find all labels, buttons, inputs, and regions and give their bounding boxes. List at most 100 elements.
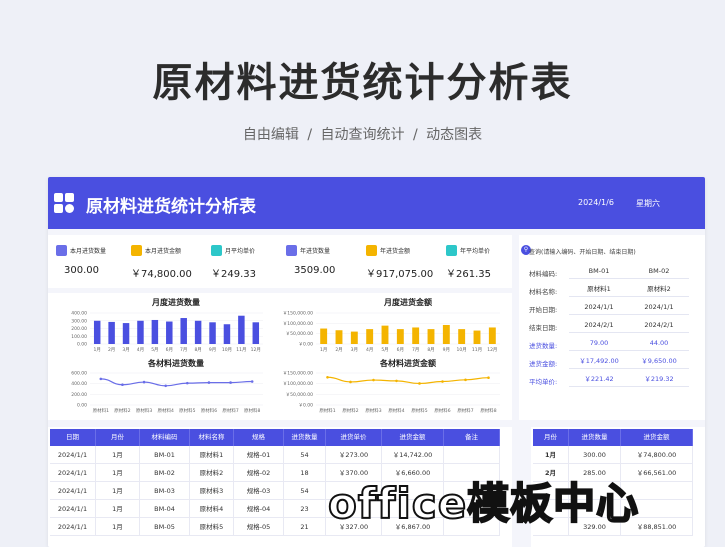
- x-tick-label: 6月: [166, 347, 173, 353]
- table-cell[interactable]: ￥14,742.00: [382, 446, 444, 463]
- x-tick-label: 原材料3: [365, 407, 381, 414]
- table-cell[interactable]: 2024/1/1: [50, 518, 96, 535]
- charts-svg: 月度进货数量400.00300.00200.00100.000.001月 2月 3月…: [71, 297, 500, 414]
- x-tick-label: 1月: [94, 347, 101, 353]
- x-tick-label: 7月: [180, 347, 187, 353]
- column-header[interactable]: 备注: [444, 429, 500, 446]
- y-tick-label: 0.00: [77, 342, 87, 348]
- table-cell[interactable]: 原材料2: [190, 464, 234, 481]
- column-header[interactable]: 材料编码: [140, 429, 190, 446]
- table-cell[interactable]: 54: [284, 446, 326, 463]
- query-row-label: 材料编码:: [529, 270, 558, 278]
- table-cell[interactable]: 2024/1/1: [50, 500, 96, 517]
- x-tick-label: 3月: [122, 347, 129, 353]
- table-cell[interactable]: 1月: [96, 464, 140, 481]
- x-tick-label: 12月: [487, 347, 497, 353]
- query-value-a[interactable]: 原材料1: [569, 281, 629, 297]
- x-tick-label: 原材料8: [480, 407, 496, 414]
- data-point: [418, 382, 421, 385]
- table-cell[interactable]: 规格-05: [234, 518, 284, 535]
- table-cell[interactable]: 54: [284, 482, 326, 499]
- table-cell[interactable]: 规格-02: [234, 464, 284, 481]
- query-value-a[interactable]: BM-01: [569, 263, 629, 279]
- table-cell[interactable]: BM-02: [140, 464, 190, 481]
- x-tick-label: 12月: [251, 347, 261, 353]
- table-cell[interactable]: BM-05: [140, 518, 190, 535]
- table-cell[interactable]: 1月: [96, 482, 140, 499]
- column-header[interactable]: 进货数量: [284, 429, 326, 446]
- y-tick-label: 200.00: [71, 326, 87, 332]
- x-tick-label: 原材料2: [114, 407, 130, 414]
- column-header[interactable]: 进货数量: [569, 429, 621, 446]
- column-header[interactable]: 月份: [533, 429, 569, 446]
- y-tick-label: ￥150,000.00: [283, 311, 313, 317]
- bar: [396, 329, 404, 344]
- x-tick-label: 5月: [151, 347, 158, 353]
- query-row: 平均单价: ￥221.42 ￥219.32: [529, 371, 699, 388]
- table-cell[interactable]: BM-03: [140, 482, 190, 499]
- column-header[interactable]: 月份: [96, 429, 140, 446]
- data-point: [121, 383, 124, 387]
- table-cell[interactable]: ￥74,800.00: [621, 446, 693, 463]
- table-cell[interactable]: 21: [284, 518, 326, 535]
- table-cell[interactable]: 原材料3: [190, 482, 234, 499]
- table-cell[interactable]: 规格-01: [234, 446, 284, 463]
- column-header[interactable]: 规格: [234, 429, 284, 446]
- data-point: [142, 380, 146, 384]
- table-cell[interactable]: 规格-04: [234, 500, 284, 517]
- chart-title: 月度进货数量: [151, 297, 200, 307]
- query-panel: ⚲ 查询(请输入编码、开始日期、结束日期) 材料编码: BM-01 BM-02 材料名…: [519, 235, 705, 420]
- table-cell[interactable]: 23: [284, 500, 326, 517]
- table-cell[interactable]: ￥273.00: [326, 446, 382, 463]
- query-value-a[interactable]: 2024/1/1: [569, 299, 629, 315]
- kpi-panel: 本月进货数量 300.00 本月进货金额 ￥74,800.00 月平均单价 ￥249.33…: [48, 235, 512, 288]
- data-point: [395, 379, 398, 383]
- table-cell[interactable]: 1月: [96, 518, 140, 535]
- column-header[interactable]: 日期: [50, 429, 96, 446]
- query-value-a[interactable]: 2024/2/1: [569, 317, 629, 333]
- column-header[interactable]: 进货单价: [326, 429, 382, 446]
- bar: [335, 330, 343, 344]
- kpi-card: 年进货数量 3509.00: [286, 245, 362, 281]
- table-cell[interactable]: 18: [284, 464, 326, 481]
- table-cell[interactable]: BM-04: [140, 500, 190, 517]
- kpi-card: 年进货金额 ￥917,075.00: [366, 245, 442, 281]
- bar: [238, 315, 245, 344]
- x-tick-label: 4月: [137, 347, 144, 353]
- table-cell[interactable]: 300.00: [569, 446, 621, 463]
- query-value-a: ￥221.42: [569, 371, 629, 387]
- box-icon: [286, 245, 297, 256]
- table-cell[interactable]: 原材料5: [190, 518, 234, 535]
- kpi-value: 3509.00: [294, 265, 336, 276]
- table-cell[interactable]: [444, 446, 500, 463]
- query-row-label: 开始日期:: [529, 306, 558, 314]
- bar: [366, 329, 374, 344]
- table-cell[interactable]: 1月: [533, 446, 569, 463]
- query-row-label: 材料名称:: [529, 288, 558, 296]
- table-cell[interactable]: 1月: [96, 446, 140, 463]
- table-cell[interactable]: 2024/1/1: [50, 464, 96, 481]
- table-cell[interactable]: 规格-03: [234, 482, 284, 499]
- data-point: [99, 377, 103, 381]
- table-cell[interactable]: 2024/1/1: [50, 446, 96, 463]
- table-cell[interactable]: BM-01: [140, 446, 190, 463]
- table-cell[interactable]: 1月: [96, 500, 140, 517]
- query-value-b[interactable]: 2024/1/1: [629, 299, 689, 315]
- query-row: 材料编码: BM-01 BM-02: [529, 263, 699, 280]
- query-value-b[interactable]: 2024/2/1: [629, 317, 689, 333]
- table-cell[interactable]: 原材料1: [190, 446, 234, 463]
- y-tick-label: ￥100,000.00: [283, 321, 313, 327]
- x-tick-label: 原材料2: [342, 407, 358, 414]
- column-header[interactable]: 材料名称: [190, 429, 234, 446]
- data-point: [164, 384, 167, 388]
- query-value-b[interactable]: BM-02: [629, 263, 689, 279]
- bar: [122, 323, 130, 344]
- query-row-label: 结束日期:: [529, 324, 558, 332]
- kpi-label: 年进货数量: [300, 248, 331, 255]
- column-header[interactable]: 进货金额: [621, 429, 693, 446]
- query-value-b[interactable]: 原材料2: [629, 281, 689, 297]
- table-cell[interactable]: 2024/1/1: [50, 482, 96, 499]
- table-cell[interactable]: 原材料4: [190, 500, 234, 517]
- hero-title: 原材料进货统计分析表: [152, 60, 573, 106]
- column-header[interactable]: 进货金额: [382, 429, 444, 446]
